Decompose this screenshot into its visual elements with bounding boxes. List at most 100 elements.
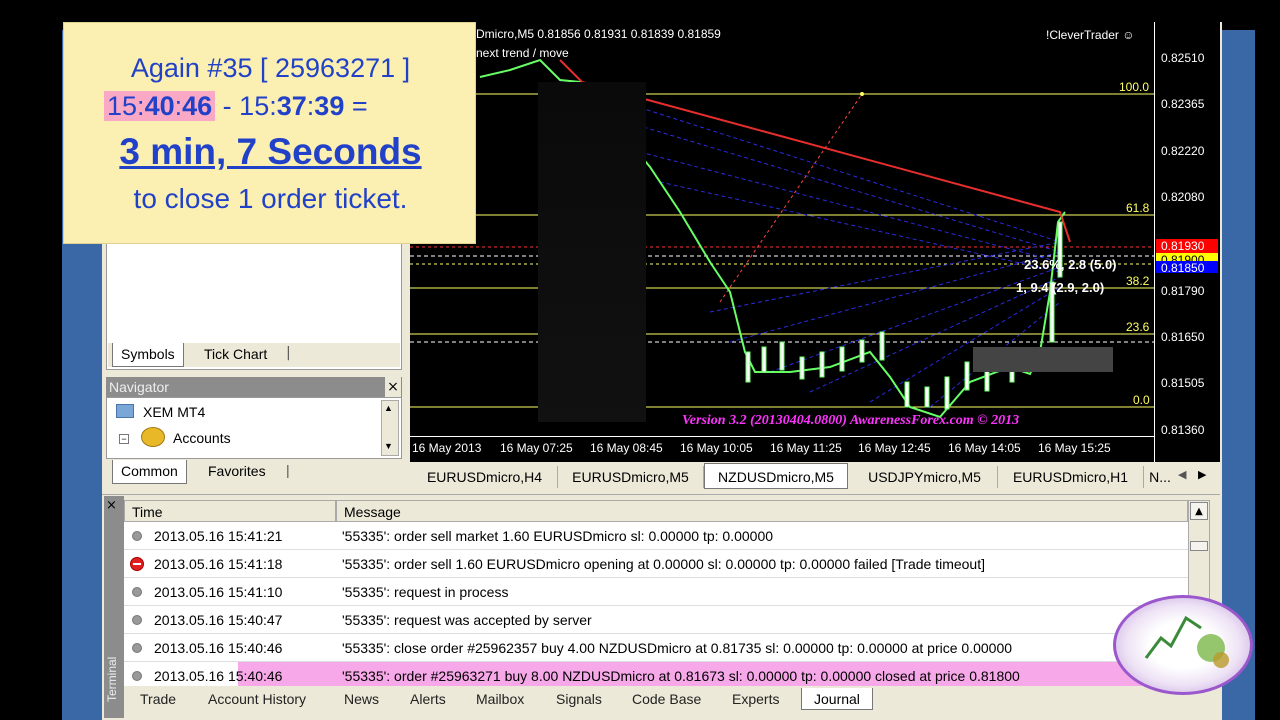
navigator-item-xem[interactable]: XEM MT4 [143,403,205,421]
column-header-time[interactable]: Time [124,500,336,522]
row-message: '55335': close order #25962357 buy 4.00 … [342,640,1013,656]
tab-tick-chart[interactable]: Tick Chart [196,343,275,367]
price-badge-yellow: 0.81900 [1156,253,1218,261]
price-tick: 0.81505 [1161,376,1205,390]
info-icon [132,671,142,681]
blurred-region [538,82,646,422]
chart-tab-eurusd-m5[interactable]: EURUSDmicro,M5 [558,466,704,488]
note-caption: to close 1 order ticket. [133,183,408,214]
tab-code-base[interactable]: Code Base [632,688,701,710]
time-tick: 16 May 11:25 [770,441,842,455]
price-chart[interactable]: Dmicro,M5 0.81856 0.81931 0.81839 0.8185… [410,22,1220,462]
row-time: 2013.05.16 15:41:18 [154,556,283,572]
terminal-close-button[interactable]: × [106,498,117,513]
trendline-point [860,92,864,96]
row-time: 2013.05.16 15:40:47 [154,612,283,628]
price-tick: 0.82365 [1161,97,1205,111]
row-time: 2013.05.16 15:41:21 [154,528,283,544]
fib-label-382: 38.2 [1126,274,1150,288]
accounts-icon [141,427,165,447]
tab-symbols[interactable]: Symbols [112,343,184,367]
price-tick: 0.81360 [1161,423,1205,437]
note-title: Again #35 [ 25963271 ] [130,53,411,83]
navigator-title: Navigator [106,377,402,397]
fib-label-618: 61.8 [1126,201,1150,215]
tab-experts[interactable]: Experts [732,688,779,710]
tab-divider: | [286,345,291,361]
navigator-scrollbar[interactable]: ▲ ▼ [381,400,399,456]
table-row[interactable]: 2013.05.16 15:40:46 '55335': close order… [124,634,1188,662]
time-tick: 16 May 10:05 [680,441,753,455]
row-time: 2013.05.16 15:40:46 [154,640,283,656]
scroll-down-icon[interactable]: ▼ [384,441,393,451]
version-watermark: Version 3.2 (20130404.0800) AwarenessFor… [682,413,1020,428]
row-message: '55335': request was accepted by server [342,612,592,628]
chart-tab-nzdusd-m5[interactable]: NZDUSDmicro,M5 [704,463,848,489]
navigator-item-accounts[interactable]: Accounts [173,429,231,447]
clevertrader-label: !CleverTrader ☺ [1046,28,1135,42]
note-time-calc: 15:40:46 - 15:37:39 = [104,91,368,122]
price-tick: 0.81790 [1161,284,1205,298]
fib-annotation-b: 1, 9.4 (2.9, 2.0) [1016,280,1105,295]
tab-signals[interactable]: Signals [556,688,602,710]
terminal-side-label: Terminal [105,656,119,702]
fib-label-236: 23.6 [1126,320,1150,334]
journal-table: Time Message 2013.05.16 15:41:21 '55335'… [124,500,1188,686]
row-message: '55335': request in process [342,584,509,600]
table-row[interactable]: 2013.05.16 15:40:47 '55335': request was… [124,606,1188,634]
terminal-icon [116,404,134,418]
collapse-icon[interactable]: − [119,434,129,444]
navigator-tree: XEM MT4 − Accounts ▲ ▼ [106,397,402,459]
fib-label-0: 0.0 [1133,393,1150,407]
tabs-scroll-left-icon[interactable]: ◀ [1178,468,1186,481]
chart-tab-eurusd-h4[interactable]: EURUSDmicro,H4 [412,466,558,488]
time-tick: 16 May 07:25 [500,441,573,455]
info-icon [132,615,142,625]
price-tick: 0.81650 [1161,330,1205,344]
tab-account-history[interactable]: Account History [208,688,306,710]
info-icon [132,587,142,597]
scroll-thumb[interactable] [1190,541,1208,551]
navigator-tabs: Common Favorites | [108,460,400,484]
price-badge-blue: 0.81850 [1156,261,1218,273]
chart-tab-eurusd-h1[interactable]: EURUSDmicro,H1 [998,466,1144,488]
tab-divider: | [286,462,290,478]
price-badge-red: 0.81930 [1156,239,1218,253]
table-row[interactable]: 2013.05.16 15:41:18 '55335': order sell … [124,550,1188,578]
info-icon [132,531,142,541]
price-tick: 0.82510 [1161,51,1205,65]
chart-drawing [410,58,1154,419]
chart-tabs-bar: EURUSDmicro,H4 EURUSDmicro,M5 NZDUSDmicr… [408,463,1220,491]
tab-journal[interactable]: Journal [801,688,873,710]
tab-mailbox[interactable]: Mailbox [476,688,524,710]
tab-news[interactable]: News [344,688,379,710]
row-message: '55335': order sell market 1.60 EURUSDmi… [342,528,774,544]
time-tick: 16 May 15:25 [1038,441,1111,455]
table-row-highlighted[interactable]: 2013.05.16 15:40:46 '55335': order #2596… [124,662,1188,686]
time-tick: 16 May 12:45 [858,441,931,455]
table-row[interactable]: 2013.05.16 15:41:10 '55335': request in … [124,578,1188,606]
tabs-scroll-right-icon[interactable]: ▶ [1198,468,1206,481]
note-duration: 3 min, 7 Seconds [119,131,422,172]
logo-graphic [1144,615,1229,668]
tab-favorites[interactable]: Favorites [200,460,274,484]
chart-tab-more[interactable]: N... [1146,466,1174,488]
scroll-up-icon[interactable]: ▲ [384,403,393,413]
table-row[interactable]: 2013.05.16 15:41:21 '55335': order sell … [124,522,1188,550]
navigator-close-button[interactable]: × [385,377,401,397]
price-tick: 0.82080 [1161,190,1205,204]
column-header-message[interactable]: Message [336,500,1188,522]
row-time: 2013.05.16 15:40:46 [154,668,283,684]
time-tick: 16 May 14:05 [948,441,1021,455]
blurred-region-2 [973,347,1113,372]
scroll-up-icon[interactable]: ▲ [1190,502,1208,520]
tab-trade[interactable]: Trade [140,688,176,710]
chart-tab-usdjpy-m5[interactable]: USDJPYmicro,M5 [852,466,998,488]
time-axis [410,436,1154,437]
terminal-tabs: Trade Account History News Alerts Mailbo… [124,688,1188,712]
tab-alerts[interactable]: Alerts [410,688,446,710]
tab-common[interactable]: Common [112,460,187,484]
chart-subheader: next trend / move [476,46,569,60]
price-tick: 0.82220 [1161,144,1205,158]
time-tick: 16 May 2013 [412,441,482,455]
